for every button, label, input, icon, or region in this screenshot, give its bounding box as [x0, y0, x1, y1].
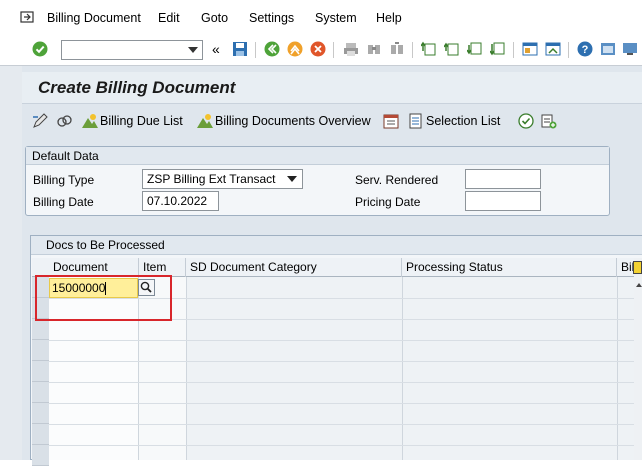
row-selector[interactable] [32, 445, 49, 466]
svg-text:?: ? [582, 44, 589, 56]
menu-exit-icon[interactable] [20, 11, 34, 23]
pricing-date-label: Pricing Date [355, 195, 421, 209]
back-chevrons-icon[interactable]: « [212, 41, 220, 57]
save-icon[interactable] [232, 41, 248, 57]
create-list-icon[interactable] [541, 113, 557, 129]
mountain-icon [197, 114, 213, 128]
menu-help[interactable]: Help [376, 11, 402, 25]
exit-icon[interactable] [287, 41, 303, 57]
calendar-icon[interactable] [383, 113, 399, 129]
title-bar: Create Billing Document [22, 72, 642, 104]
row-selector[interactable] [32, 382, 49, 403]
selection-list-label: Selection List [426, 114, 501, 128]
selection-list-icon [409, 113, 422, 129]
billing-date-value: 07.10.2022 [147, 194, 208, 208]
row-selector[interactable] [32, 340, 49, 361]
billing-type-value: ZSP Billing Ext Transact [147, 172, 276, 186]
execute-icon[interactable] [518, 113, 534, 129]
billing-docs-overview-label: Billing Documents Overview [215, 114, 371, 128]
serv-rendered-label: Serv. Rendered [355, 173, 439, 187]
menu-edit[interactable]: Edit [158, 11, 180, 25]
col-sd-document-category[interactable]: SD Document Category [186, 258, 402, 277]
billing-date-label: Billing Date [33, 195, 94, 209]
chevron-down-icon[interactable] [287, 176, 297, 182]
mountain-icon [82, 114, 98, 128]
page-title: Create Billing Document [38, 78, 236, 97]
billing-type-label: Billing Type [33, 173, 95, 187]
display-change-icon[interactable] [32, 113, 48, 129]
other-columns [186, 277, 634, 460]
billing-date-field[interactable]: 07.10.2022 [142, 191, 219, 211]
find-icon[interactable] [366, 41, 382, 57]
application-toolbar: Billing Due List Billing Documents Overv… [22, 108, 642, 136]
command-field[interactable] [61, 40, 203, 60]
find-next-icon[interactable] [389, 41, 405, 57]
docs-header: Docs to Be Processed [31, 236, 642, 255]
menu-billing-document[interactable]: Billing Document [47, 11, 141, 25]
row-selector[interactable] [32, 403, 49, 424]
customize-layout-icon[interactable] [600, 41, 616, 57]
billing-docs-overview-button[interactable]: Billing Documents Overview [197, 113, 371, 129]
next-page-icon[interactable] [467, 41, 483, 57]
monitor-icon[interactable] [622, 41, 638, 57]
col-processing-status[interactable]: Processing Status [402, 258, 617, 277]
highlight-box [35, 275, 172, 321]
previous-page-icon[interactable] [444, 41, 460, 57]
billing-type-select[interactable]: ZSP Billing Ext Transact [142, 169, 303, 189]
row-selector[interactable] [32, 319, 49, 340]
print-icon[interactable] [343, 41, 359, 57]
command-input[interactable] [62, 41, 182, 59]
selection-list-button[interactable]: Selection List [408, 113, 500, 129]
scroll-up-icon[interactable] [636, 282, 642, 288]
left-margin [0, 66, 22, 460]
cancel-icon[interactable] [310, 41, 326, 57]
other-object-icon[interactable] [56, 113, 72, 129]
pricing-date-field[interactable] [465, 191, 541, 211]
menu-goto[interactable]: Goto [201, 11, 228, 25]
menu-settings[interactable]: Settings [249, 11, 294, 25]
serv-rendered-field[interactable] [465, 169, 541, 189]
shortcut-icon[interactable] [545, 41, 561, 57]
menu-system[interactable]: System [315, 11, 357, 25]
enter-check-icon[interactable] [32, 41, 48, 57]
new-session-icon[interactable] [522, 41, 538, 57]
standard-toolbar: « ? [0, 34, 642, 66]
last-page-icon[interactable] [490, 41, 506, 57]
back-icon[interactable] [264, 41, 280, 57]
column-config-icon[interactable] [633, 261, 642, 274]
first-page-icon[interactable] [421, 41, 437, 57]
default-data-header: Default Data [26, 147, 609, 165]
menu-bar: Billing Document Edit Goto Settings Syst… [0, 0, 642, 34]
row-selector[interactable] [32, 361, 49, 382]
billing-due-list-label: Billing Due List [100, 114, 183, 128]
row-selector[interactable] [32, 424, 49, 445]
billing-due-list-button[interactable]: Billing Due List [82, 113, 183, 129]
help-icon[interactable]: ? [577, 41, 593, 57]
chevron-down-icon[interactable] [188, 47, 198, 53]
vertical-scrollbar[interactable] [634, 258, 642, 460]
